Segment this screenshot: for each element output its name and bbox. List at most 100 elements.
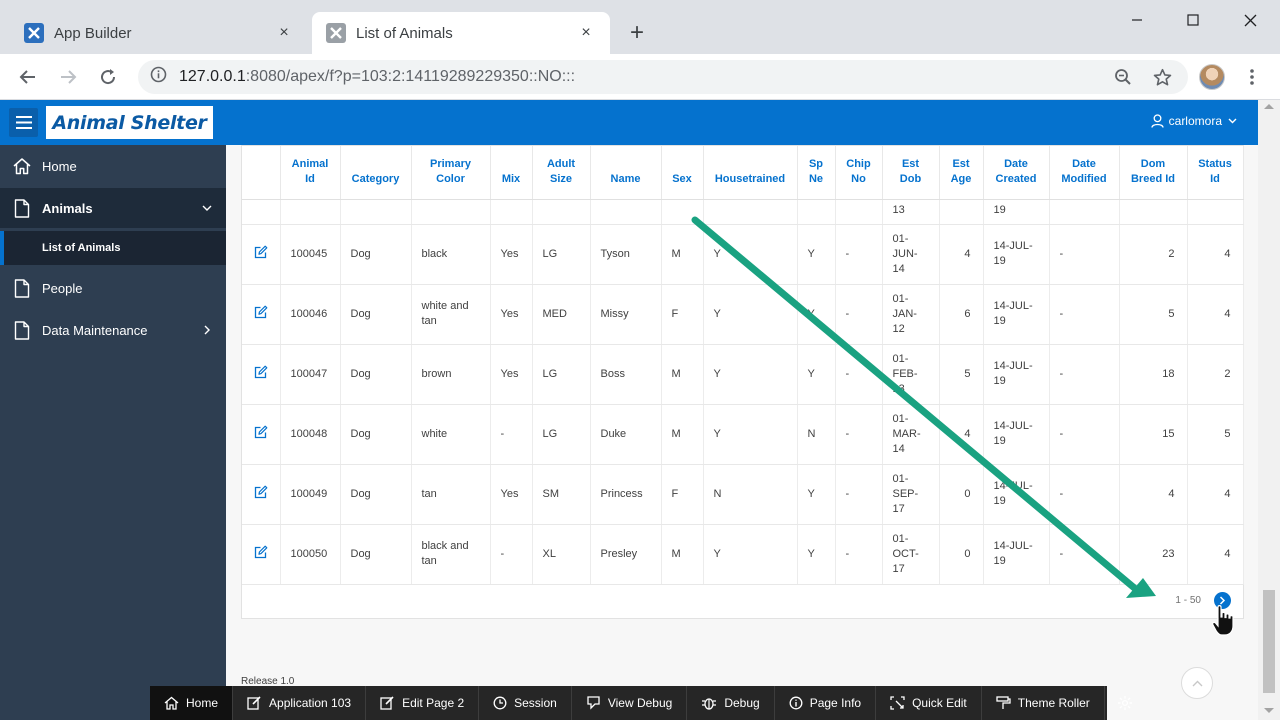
browser-menu-icon[interactable] — [1240, 64, 1264, 90]
browser-tab-app-builder[interactable]: App Builder × — [10, 12, 308, 54]
edit-icon — [380, 696, 394, 710]
column-header[interactable]: Animal Id — [280, 146, 341, 200]
hamburger-menu-icon[interactable] — [9, 108, 38, 137]
spayed-neutered-cell: N — [797, 404, 836, 465]
site-info-icon[interactable] — [150, 66, 167, 88]
devbar-label: Quick Edit — [912, 696, 967, 710]
dom-breed-id-cell: 5 — [1119, 284, 1188, 345]
table-cell — [703, 199, 798, 225]
column-header-line1: Status — [1198, 157, 1232, 170]
devbar-session[interactable]: Session — [479, 686, 572, 720]
est-dob-cell: 01- JAN- 12 — [882, 284, 940, 345]
scroll-to-top-button[interactable] — [1181, 667, 1213, 699]
close-window-icon[interactable] — [1230, 8, 1270, 32]
devbar-theme-roller[interactable]: Theme Roller — [982, 686, 1105, 720]
edit-row-button[interactable] — [242, 224, 281, 285]
column-header[interactable]: Est Dob — [882, 146, 940, 200]
devbar-edit-page[interactable]: Edit Page 2 — [366, 686, 480, 720]
devbar-quick-edit[interactable]: Quick Edit — [876, 686, 982, 720]
edit-row-button[interactable] — [242, 404, 281, 465]
sidebar-item-home[interactable]: Home — [0, 146, 226, 186]
address-bar[interactable]: 127.0.0.1:8080/apex/f?p=103:2:1411928922… — [138, 60, 1188, 94]
devbar-view-debug[interactable]: View Debug — [572, 686, 688, 720]
maximize-window-icon[interactable] — [1173, 8, 1213, 32]
column-header[interactable]: Status Id — [1187, 146, 1244, 200]
developer-toolbar: Home Application 103 Edit Page 2 Session… — [150, 686, 1132, 720]
reload-icon[interactable] — [94, 63, 122, 91]
date-modified-cell: - — [1049, 224, 1120, 285]
edit-row-button[interactable] — [242, 344, 281, 405]
back-icon[interactable] — [14, 63, 42, 91]
column-header[interactable]: Primary Color — [411, 146, 491, 200]
browser-tab-list-of-animals[interactable]: List of Animals × — [312, 12, 610, 54]
apex-favicon-icon — [24, 23, 44, 43]
column-header[interactable]: Date Modified — [1049, 146, 1120, 200]
column-header[interactable]: Sp Ne — [797, 146, 836, 200]
clock-icon — [493, 696, 507, 710]
column-header[interactable]: Dom Breed Id — [1119, 146, 1188, 200]
scroll-up-arrow-icon[interactable] — [1264, 104, 1274, 109]
tab-title: List of Animals — [356, 24, 453, 42]
forward-icon[interactable] — [54, 63, 82, 91]
est-dob-cell: 01- SEP- 17 — [882, 464, 940, 525]
paint-roller-icon — [996, 696, 1011, 709]
edit-row-button[interactable] — [242, 284, 281, 345]
column-header[interactable]: Housetrained — [703, 146, 798, 200]
document-icon — [0, 198, 42, 218]
sidebar-item-label: Data Maintenance — [42, 322, 148, 338]
chevron-right-icon[interactable] — [188, 325, 226, 335]
animals-report-table: Animal Id Category Primary Color Mix Adult Size… — [242, 146, 1244, 585]
date-created-cell: 14-JUL- 19 — [983, 464, 1050, 525]
est-dob-line: OCT- — [892, 547, 919, 560]
sidebar-item-animals[interactable]: Animals — [0, 188, 226, 228]
app-header: Animal Shelter carlomora — [0, 100, 1258, 145]
scroll-down-arrow-icon[interactable] — [1264, 708, 1274, 713]
app-logo[interactable]: Animal Shelter — [46, 106, 213, 139]
chevron-down-icon — [1228, 118, 1237, 124]
primary-color-cell: brown — [411, 344, 491, 405]
devbar-debug[interactable]: Debug — [687, 686, 775, 720]
edit-row-button[interactable] — [242, 524, 281, 585]
devbar-home[interactable]: Home — [150, 686, 234, 720]
housetrained-cell: N — [703, 464, 798, 525]
next-page-button[interactable] — [1214, 592, 1231, 609]
column-header[interactable]: Mix — [490, 146, 533, 200]
column-header[interactable]: Name — [590, 146, 662, 200]
sidebar-subitem-list-of-animals[interactable]: List of Animals — [0, 231, 226, 265]
name-cell: Princess — [590, 464, 662, 525]
sidebar-item-data-maintenance[interactable]: Data Maintenance — [0, 310, 226, 350]
column-header[interactable]: Date Created — [983, 146, 1050, 200]
devbar-application[interactable]: Application 103 — [233, 686, 367, 720]
scrollbar-thumb[interactable] — [1263, 590, 1275, 693]
close-tab-icon[interactable]: × — [576, 23, 596, 43]
devbar-page-info[interactable]: Page Info — [775, 686, 877, 720]
table-cell — [939, 199, 984, 225]
column-header[interactable]: Sex — [661, 146, 704, 200]
chip-no-cell: - — [835, 224, 883, 285]
edit-row-button[interactable] — [242, 464, 281, 525]
column-header[interactable]: Chip No — [835, 146, 883, 200]
bookmark-star-icon[interactable] — [1149, 64, 1175, 90]
sidebar-item-people[interactable]: People — [0, 268, 226, 308]
profile-avatar[interactable] — [1199, 64, 1225, 90]
close-tab-icon[interactable]: × — [274, 23, 294, 43]
user-menu[interactable]: carlomora — [1150, 114, 1242, 128]
est-dob-line: FEB- — [892, 367, 918, 380]
new-tab-button[interactable]: + — [624, 19, 650, 46]
est-dob-cell: 01- OCT- 17 — [882, 524, 940, 585]
adult-size-cell: LG — [532, 344, 591, 405]
page-scrollbar[interactable] — [1258, 100, 1280, 720]
table-cell — [411, 199, 491, 225]
est-dob-line: SEP- — [892, 487, 919, 500]
minimize-window-icon[interactable] — [1117, 8, 1157, 32]
column-header[interactable]: Adult Size — [532, 146, 591, 200]
devbar-settings[interactable] — [1105, 686, 1145, 720]
column-header-line1: Date — [1072, 157, 1096, 170]
column-header-line2: Age — [950, 172, 972, 185]
chevron-down-icon[interactable] — [188, 205, 226, 211]
table-cell — [797, 199, 836, 225]
table-cell — [532, 199, 591, 225]
column-header[interactable]: Category — [340, 146, 412, 200]
column-header[interactable]: Est Age — [939, 146, 984, 200]
zoom-icon[interactable] — [1110, 64, 1136, 90]
